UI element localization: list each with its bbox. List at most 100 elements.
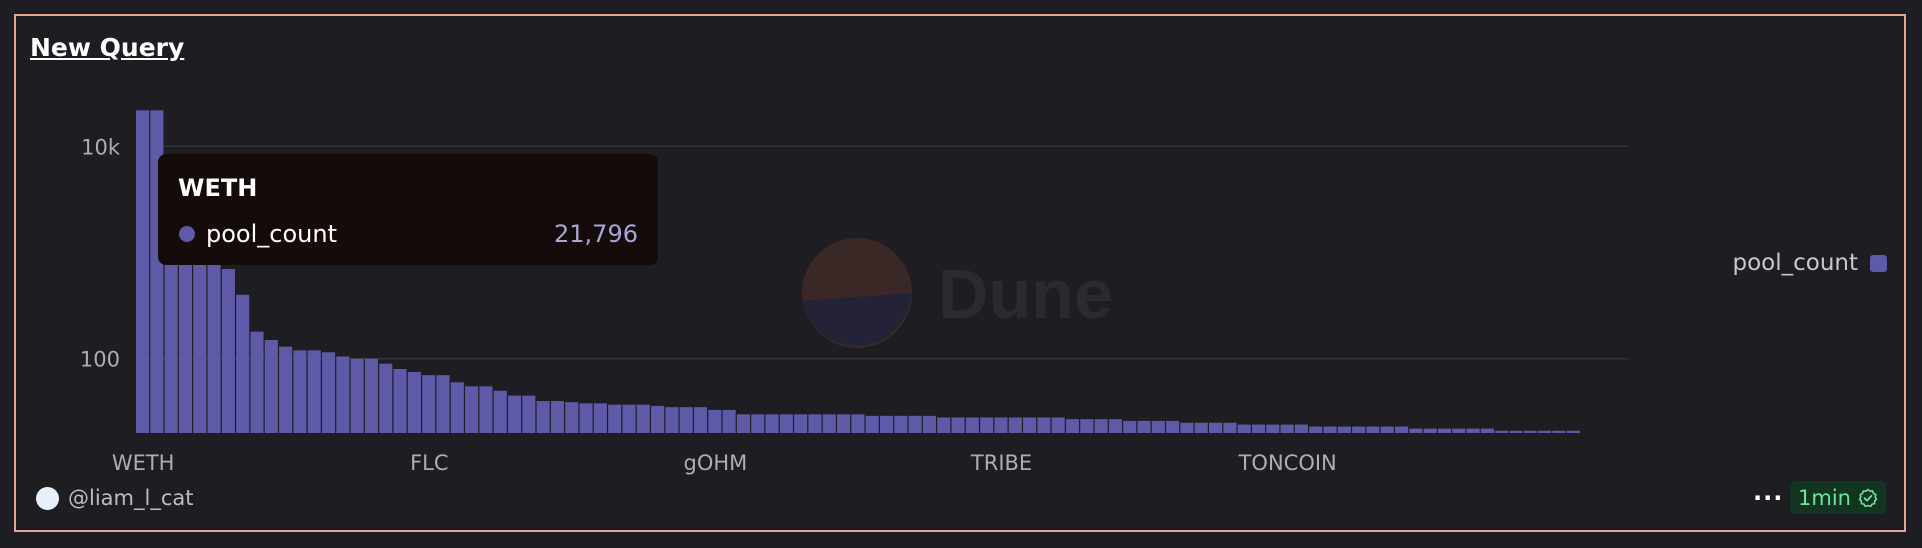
bar[interactable] [1294, 424, 1308, 433]
bar[interactable] [765, 414, 779, 433]
bar[interactable] [264, 340, 278, 433]
bar[interactable] [293, 350, 307, 433]
bar[interactable] [1409, 428, 1423, 433]
bar[interactable] [1209, 422, 1223, 433]
bar[interactable] [937, 417, 951, 433]
bar[interactable] [1452, 428, 1466, 433]
bar[interactable] [851, 414, 865, 433]
bar[interactable] [665, 407, 679, 433]
bar[interactable] [207, 252, 221, 433]
bar[interactable] [1509, 430, 1523, 433]
bar[interactable] [1466, 428, 1480, 433]
bar[interactable] [1495, 430, 1509, 433]
bar[interactable] [922, 415, 936, 433]
bar[interactable] [693, 407, 708, 433]
bar[interactable] [894, 415, 908, 433]
bar[interactable] [193, 236, 207, 433]
legend-item-pool-count[interactable]: pool_count [1732, 250, 1887, 276]
bar[interactable] [965, 417, 979, 433]
bar[interactable] [1123, 420, 1137, 433]
bar[interactable] [579, 403, 593, 433]
bar[interactable] [1309, 426, 1323, 433]
author-link[interactable]: @liam_l_cat [36, 486, 193, 510]
bar[interactable] [1237, 424, 1251, 433]
bar[interactable] [1395, 426, 1409, 433]
bar[interactable] [1065, 419, 1080, 433]
bar[interactable] [1223, 422, 1237, 433]
bar[interactable] [1008, 417, 1022, 433]
bar[interactable] [636, 404, 650, 433]
bar[interactable] [350, 358, 364, 433]
bar[interactable] [722, 409, 736, 433]
bar[interactable] [136, 110, 150, 433]
bar[interactable] [279, 346, 293, 433]
bar[interactable] [994, 417, 1008, 433]
bar[interactable] [837, 414, 851, 433]
bar[interactable] [236, 294, 250, 433]
bar[interactable] [1480, 428, 1494, 433]
bar[interactable] [507, 395, 522, 433]
bar[interactable] [679, 407, 693, 433]
bar[interactable] [865, 415, 879, 433]
bar[interactable] [379, 363, 393, 433]
bar[interactable] [1023, 417, 1037, 433]
bar[interactable] [407, 372, 421, 433]
bar[interactable] [951, 417, 965, 433]
bar[interactable] [593, 403, 607, 433]
bar[interactable] [536, 401, 550, 433]
bar[interactable] [736, 414, 750, 433]
bar[interactable] [479, 386, 493, 433]
bar[interactable] [1194, 422, 1208, 433]
bar[interactable] [1037, 417, 1051, 433]
bar[interactable] [1266, 424, 1280, 433]
bar[interactable] [1437, 428, 1452, 433]
bar[interactable] [550, 401, 565, 433]
bar[interactable] [908, 415, 922, 433]
bar[interactable] [393, 369, 407, 433]
bar[interactable] [751, 414, 765, 433]
bar[interactable] [364, 358, 379, 433]
bar[interactable] [321, 352, 336, 433]
refresh-badge[interactable]: 1min [1790, 481, 1886, 514]
bar[interactable] [1180, 422, 1194, 433]
bar[interactable] [450, 382, 464, 433]
bar[interactable] [1366, 426, 1380, 433]
bar[interactable] [622, 404, 636, 433]
bar[interactable] [708, 409, 722, 433]
bar[interactable] [608, 404, 622, 433]
bar[interactable] [1080, 419, 1094, 433]
bar[interactable] [1423, 428, 1437, 433]
bar[interactable] [1538, 430, 1552, 433]
bar[interactable] [1552, 430, 1566, 433]
bar[interactable] [465, 386, 479, 433]
bar[interactable] [822, 414, 836, 433]
bar[interactable] [779, 414, 793, 433]
bar[interactable] [1352, 426, 1366, 433]
bar[interactable] [1323, 426, 1337, 433]
bar[interactable] [1280, 424, 1294, 433]
bar[interactable] [436, 375, 450, 433]
bar[interactable] [1051, 417, 1065, 433]
bar[interactable] [307, 350, 321, 433]
bar[interactable] [422, 375, 436, 433]
bar[interactable] [879, 415, 894, 433]
bar[interactable] [565, 402, 579, 433]
bar[interactable] [250, 331, 264, 433]
bar[interactable] [651, 405, 665, 433]
bar[interactable] [1094, 419, 1108, 433]
bar[interactable] [794, 414, 808, 433]
bar[interactable] [1166, 420, 1180, 433]
bar[interactable] [221, 268, 235, 433]
bar[interactable] [522, 395, 536, 433]
bar[interactable] [1337, 426, 1351, 433]
more-options-icon[interactable]: ··· [1753, 484, 1783, 512]
bar[interactable] [493, 390, 507, 433]
bar[interactable] [1566, 430, 1580, 433]
bar[interactable] [1151, 420, 1165, 433]
bar[interactable] [1523, 430, 1537, 433]
bar[interactable] [1251, 424, 1266, 433]
bar[interactable] [336, 356, 350, 433]
bar[interactable] [808, 414, 822, 433]
bar[interactable] [1108, 419, 1122, 433]
bar[interactable] [980, 417, 994, 433]
